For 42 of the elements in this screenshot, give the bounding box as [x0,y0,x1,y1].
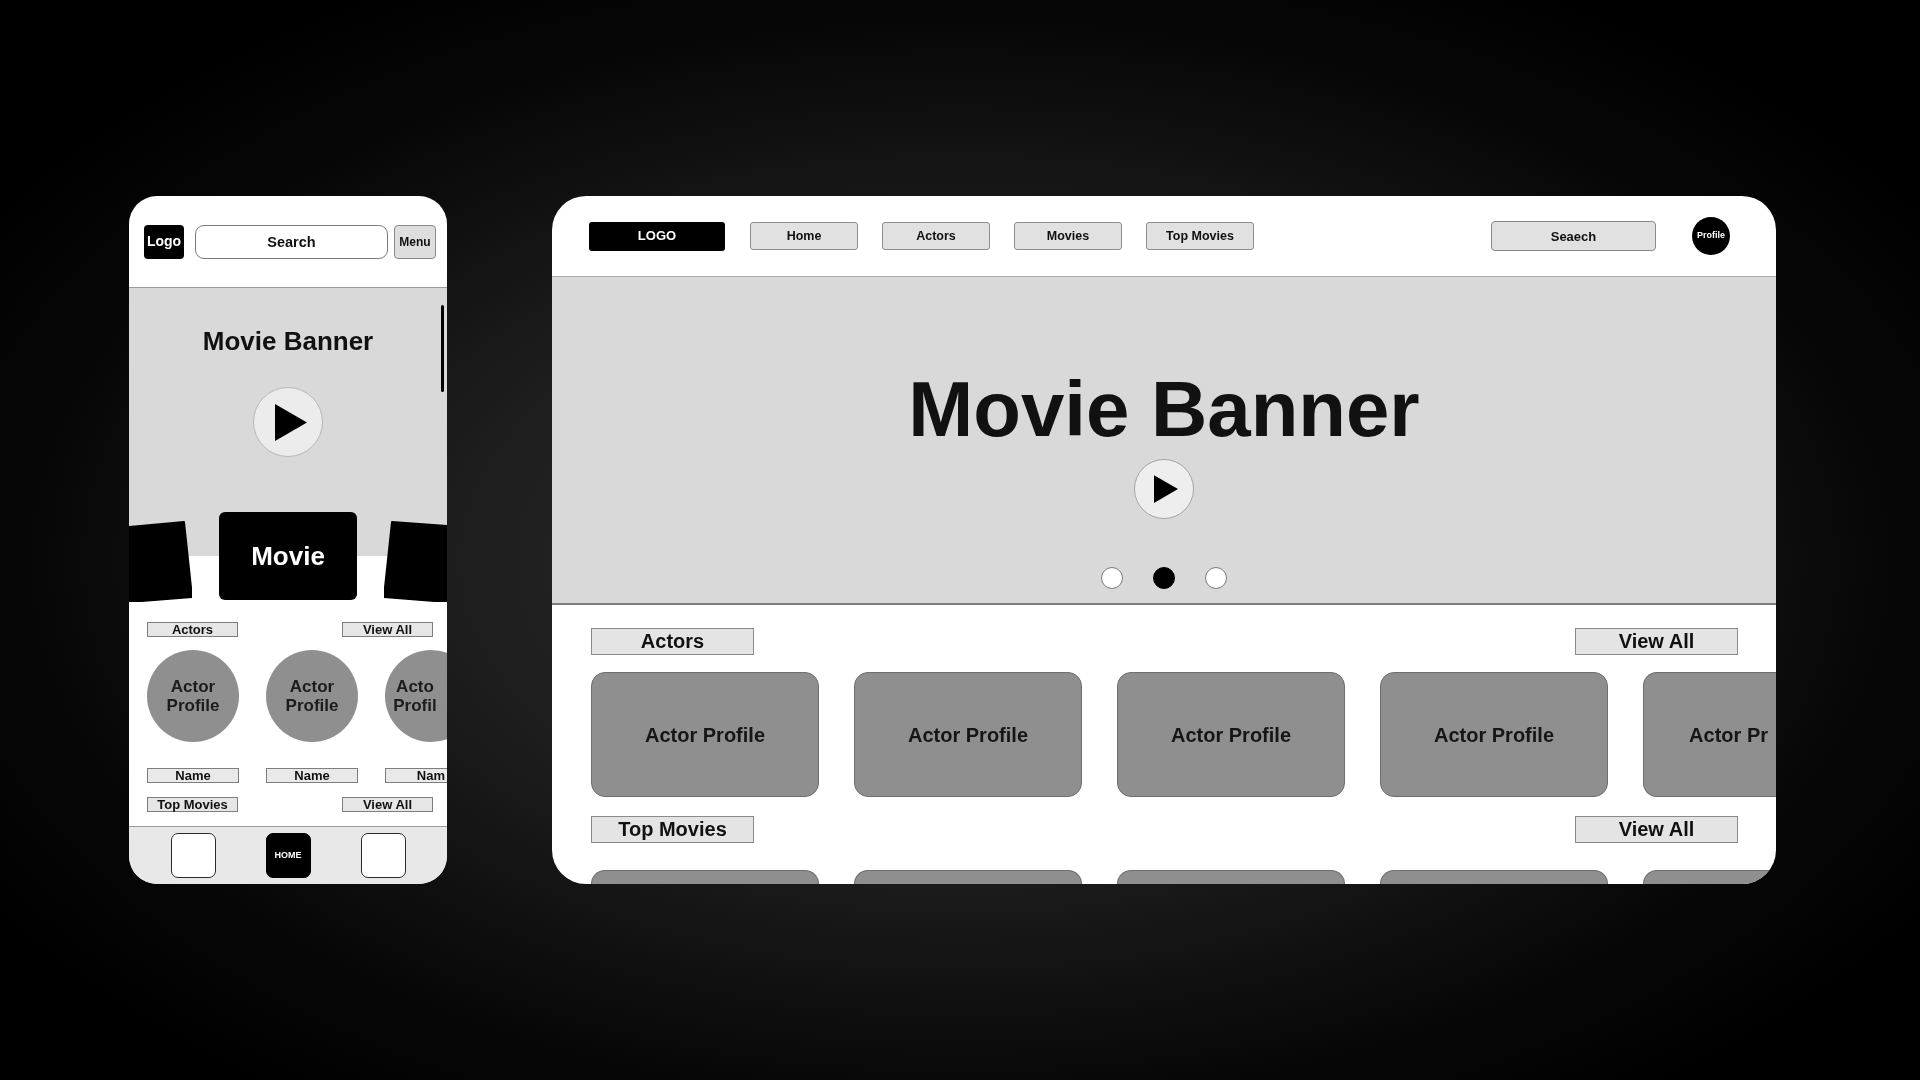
scrollbar-thumb[interactable] [441,305,444,392]
banner-title: Movie Banner [202,328,374,354]
banner-title: Movie Banner [908,370,1420,448]
actor-profile-label: Acto Profil [392,676,438,716]
actor-card-label: Actor Profile [645,722,765,748]
logo[interactable]: Logo [144,224,184,259]
actor-profile-label: Actor Profile [165,676,221,716]
nav-tab[interactable]: HOME [265,833,311,878]
carousel-dot[interactable] [1101,567,1123,589]
section-title: Top Movies [147,797,238,812]
nav-link[interactable]: Actors [882,222,990,250]
actor-profile-label: Actor Profile [284,676,340,716]
carousel-dot[interactable] [1153,567,1175,589]
actor-card-label: Actor Profile [1434,722,1554,748]
play-icon [274,403,307,441]
logo[interactable]: LOGO [589,221,725,251]
nav-link[interactable]: Movies [1014,222,1122,250]
section-title: Top Movies [591,816,754,843]
section-title: Actors [147,622,238,637]
movie-card[interactable]: Movie [219,512,357,600]
nav-link[interactable]: Top Movies [1146,222,1254,250]
nav-tab[interactable] [170,833,216,878]
actor-card-label: Actor Pr [1689,722,1768,748]
play-icon [1154,475,1178,503]
view-all-button[interactable]: View All [342,622,433,637]
nav-link[interactable]: Home [750,222,858,250]
search-field[interactable]: Search [195,224,388,259]
actor-name-label: Nam [385,768,447,783]
movie-card-title: Movie [251,541,325,571]
actor-name-label: Name [147,768,239,783]
profile-button[interactable]: Profile [1692,217,1730,255]
menu-button[interactable]: Menu [394,224,436,259]
search-field[interactable]: Seaech [1491,221,1656,251]
actor-name-label: Name [266,768,358,783]
nav-tab[interactable] [360,833,406,878]
section-title: Actors [591,628,754,655]
actor-card-label: Actor Profile [1171,722,1291,748]
view-all-button[interactable]: View All [1575,628,1738,655]
view-all-button[interactable]: View All [1575,816,1738,843]
carousel-dot[interactable] [1205,567,1227,589]
view-all-button[interactable]: View All [342,797,433,812]
actor-card-label: Actor Profile [908,722,1028,748]
